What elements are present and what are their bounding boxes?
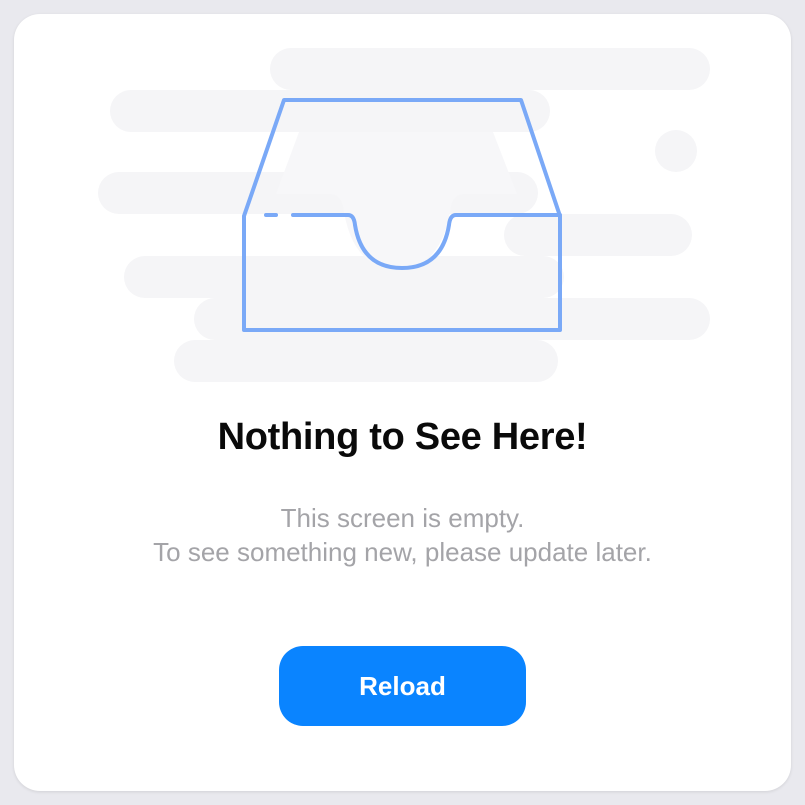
empty-state-message-line-1: This screen is empty. [280,503,525,533]
empty-state-title: Nothing to See Here! [217,416,588,458]
empty-state-card: Nothing to See Here! This screen is empt… [14,14,791,791]
empty-state-message-line-2: To see something new, please update late… [153,537,652,567]
reload-button[interactable]: Reload [279,646,526,726]
empty-state-message: This screen is empty. To see something n… [14,501,791,569]
empty-state-illustration [98,48,710,382]
